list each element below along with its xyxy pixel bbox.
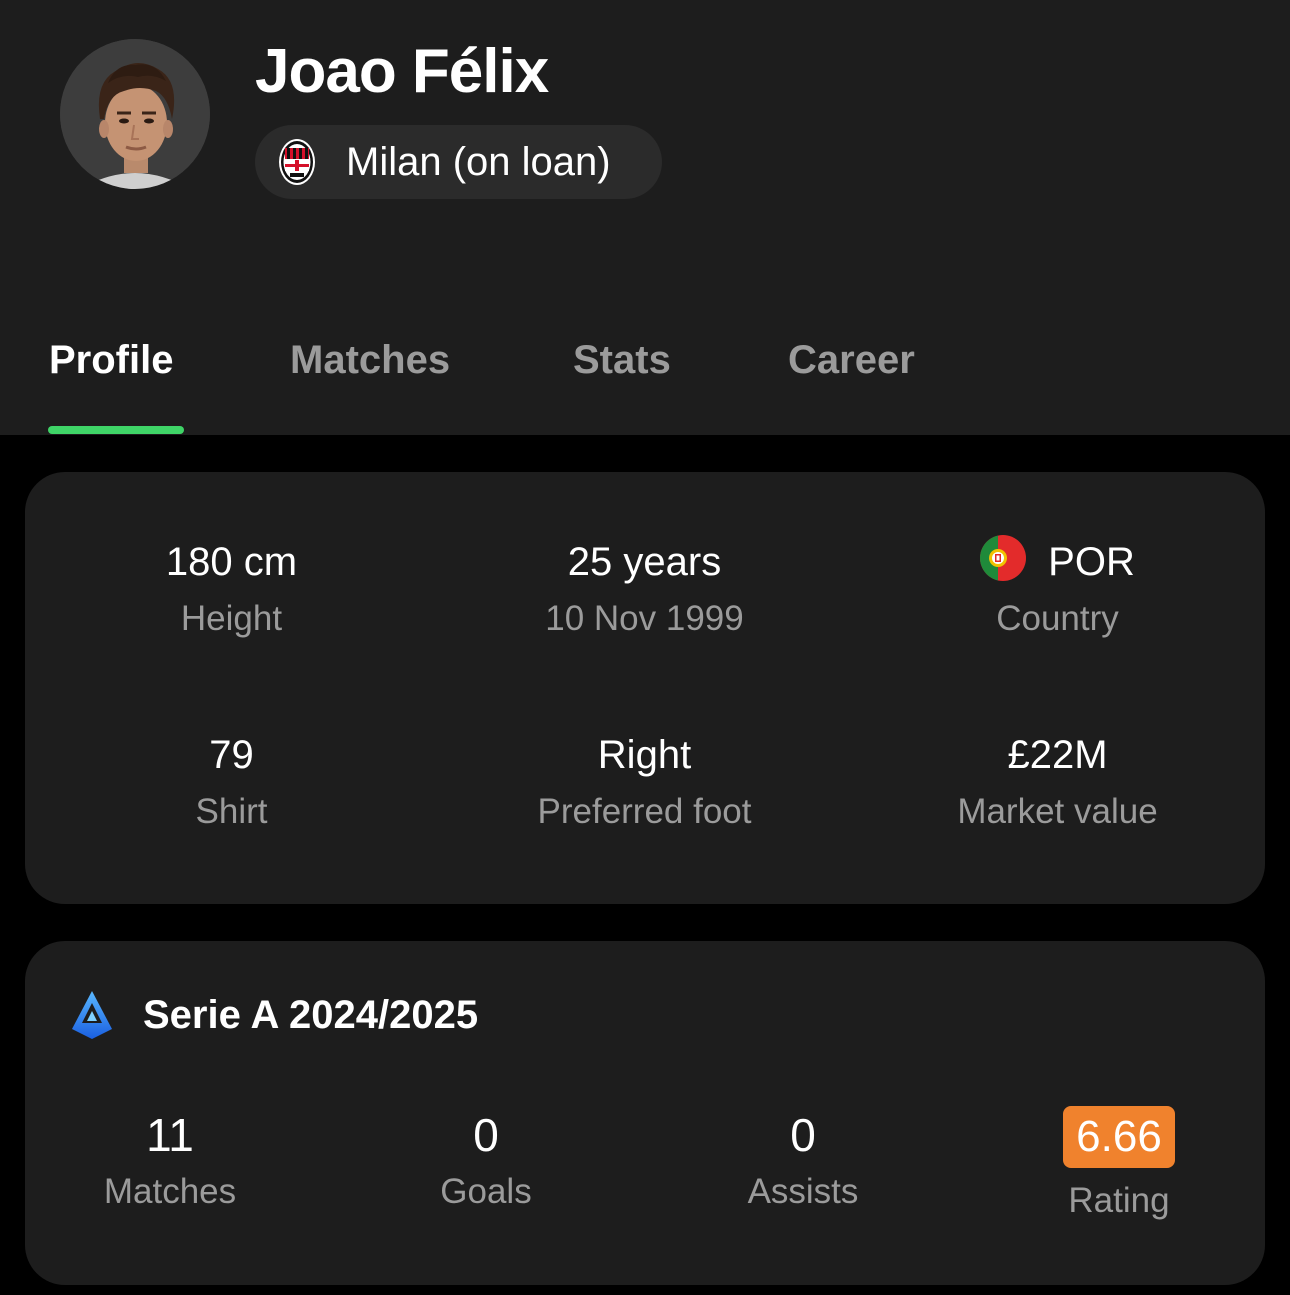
foot-cell: Right Preferred foot — [438, 727, 851, 837]
height-cell: 180 cm Height — [25, 534, 438, 644]
tab-bar: Profile Matches Stats Career — [0, 330, 1290, 435]
market-value-cell[interactable]: £22M Market value — [851, 727, 1264, 837]
goals-label: Goals — [440, 1172, 532, 1211]
rating-stat: 6.66 Rating — [969, 1106, 1269, 1226]
rating-label: Rating — [1068, 1181, 1170, 1220]
country-cell[interactable]: POR Country — [851, 534, 1264, 644]
serie-a-logo-icon — [72, 991, 112, 1039]
age-cell: 25 years 10 Nov 1999 — [438, 534, 851, 644]
country-value-row: POR — [851, 534, 1264, 590]
season-header: Serie A 2024/2025 — [70, 987, 478, 1043]
country-label: Country — [996, 599, 1119, 638]
player-photo-icon — [60, 39, 210, 189]
team-name: Milan (on loan) — [346, 140, 611, 184]
age-value: 25 years — [567, 540, 722, 584]
height-value: 180 cm — [165, 540, 298, 584]
season-stats-card[interactable]: Serie A 2024/2025 11 Matches 0 Goals 0 A… — [25, 941, 1265, 1285]
shirt-cell: 79 Shirt — [25, 727, 438, 837]
birth-date-label: 10 Nov 1999 — [545, 599, 744, 638]
goals-stat: 0 Goals — [336, 1103, 636, 1217]
tab-career[interactable]: Career — [788, 330, 915, 390]
shirt-label: Shirt — [195, 792, 268, 831]
player-info-card: 180 cm Height 25 years 10 Nov 1999 POR C… — [25, 472, 1265, 904]
country-value: POR — [1048, 540, 1135, 584]
assists-stat: 0 Assists — [653, 1103, 953, 1217]
active-tab-indicator — [48, 426, 184, 434]
player-avatar — [60, 39, 210, 189]
tab-matches[interactable]: Matches — [290, 330, 450, 390]
foot-value: Right — [597, 733, 692, 777]
market-value: £22M — [1007, 733, 1108, 777]
foot-label: Preferred foot — [537, 792, 752, 831]
matches-value: 11 — [146, 1109, 194, 1161]
tab-stats[interactable]: Stats — [573, 330, 671, 390]
player-header: Joao Félix Milan (on loan) Profile Match… — [0, 0, 1290, 435]
assists-value: 0 — [790, 1109, 816, 1161]
height-label: Height — [180, 599, 283, 638]
ac-milan-crest-icon — [279, 139, 315, 185]
rating-badge: 6.66 — [1063, 1106, 1175, 1168]
tab-profile[interactable]: Profile — [49, 330, 173, 390]
matches-label: Matches — [103, 1172, 237, 1211]
team-chip[interactable]: Milan (on loan) — [255, 125, 662, 199]
season-title: Serie A 2024/2025 — [143, 993, 479, 1037]
assists-label: Assists — [747, 1172, 859, 1211]
player-name: Joao Félix — [255, 37, 549, 106]
market-value-label: Market value — [957, 792, 1158, 831]
matches-stat: 11 Matches — [20, 1103, 320, 1217]
goals-value: 0 — [473, 1109, 499, 1161]
portugal-flag-icon — [980, 535, 1027, 581]
shirt-value: 79 — [209, 733, 254, 777]
